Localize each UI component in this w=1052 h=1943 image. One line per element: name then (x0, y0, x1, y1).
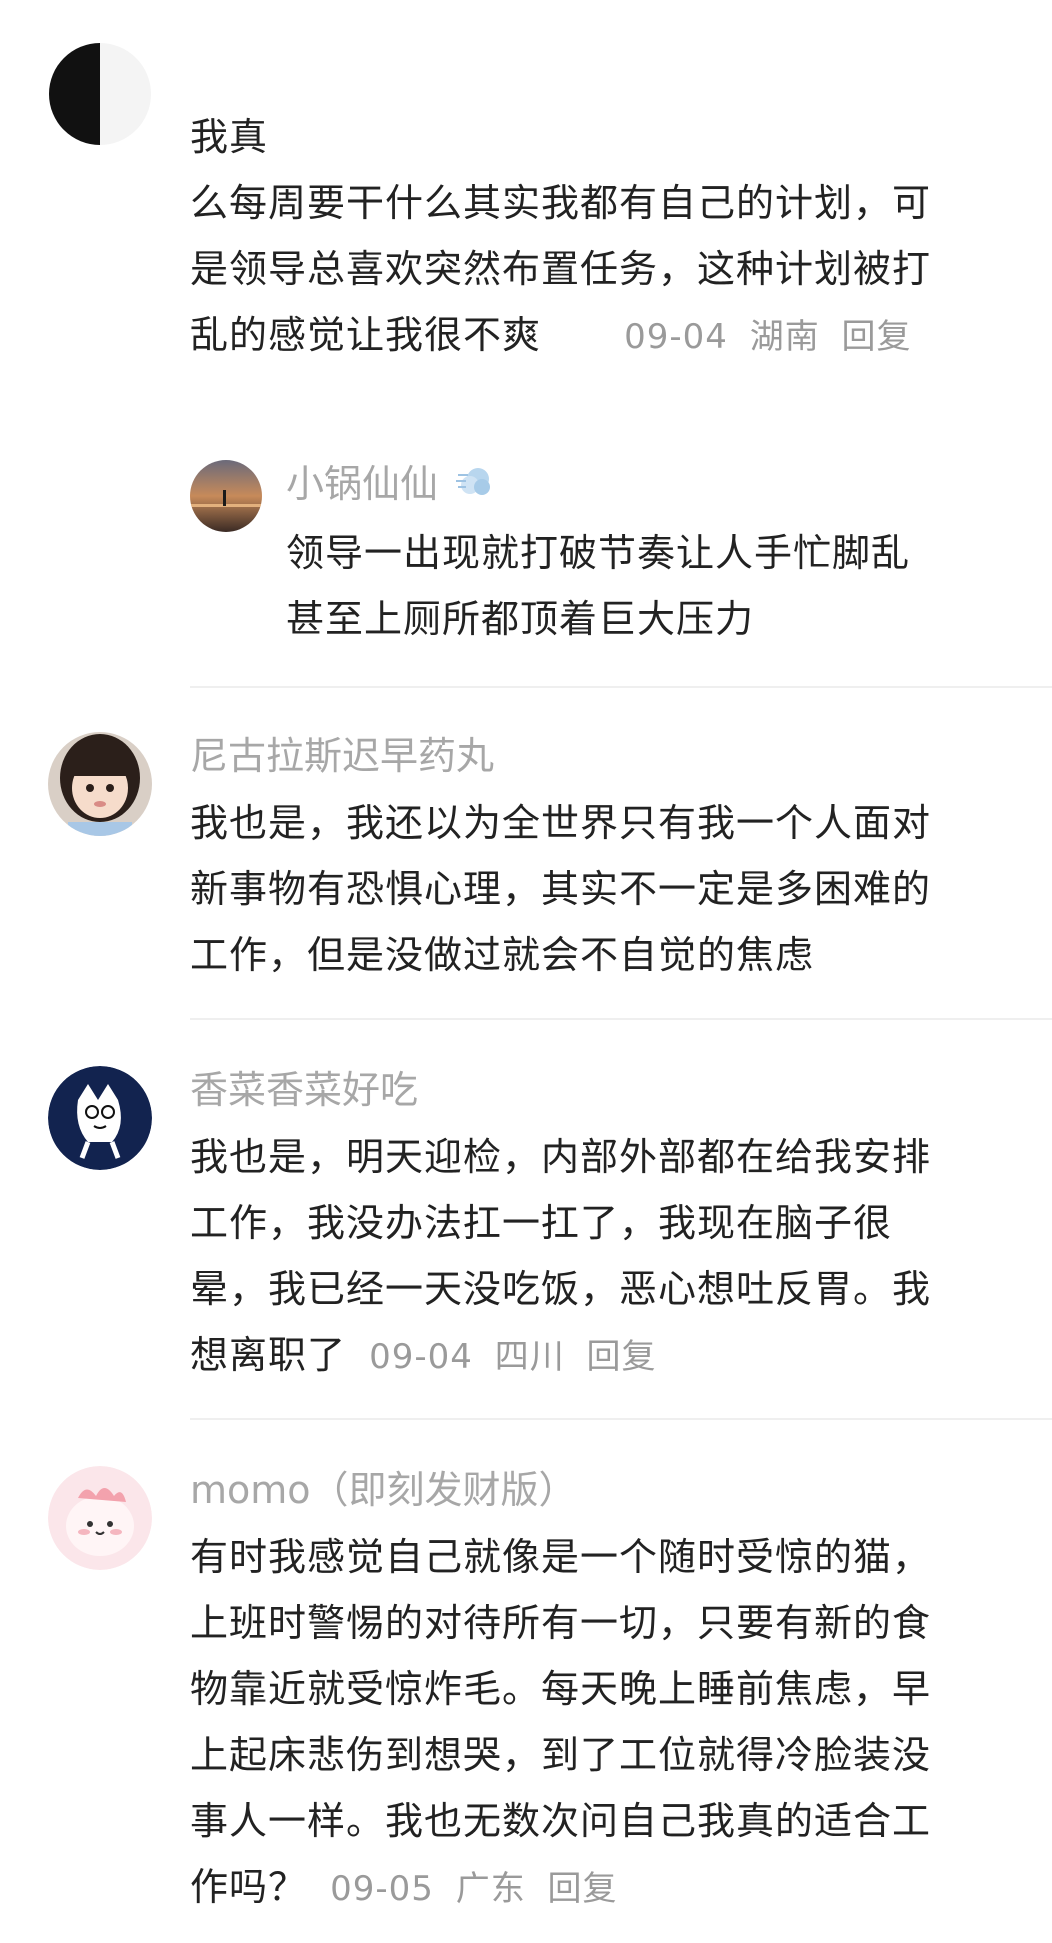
comment-text: 我真 么每周要干什么其实我都有自己的计划，可 是领导总喜欢突然布置任务，这种计划… (190, 104, 1010, 370)
comment-meta: 09-04 四川 回复 (359, 1337, 656, 1377)
comment-text-line: 乱的感觉让我很不爽 09-04 湖南 回复 (190, 313, 912, 357)
comment-text: 我也是，我还以为全世界只有我一个人面对 新事物有恐惧心理，其实不一定是多困难的 … (190, 790, 1012, 988)
comment-text-line: 工作，但是没做过就会不自觉的焦虑 (190, 933, 815, 977)
comment-date: 09-05 (330, 1869, 434, 1909)
comment-text-line: 新事物有恐惧心理，其实不一定是多困难的 (190, 867, 932, 911)
comment-list: 我真 么每周要干什么其实我都有自己的计划，可 是领导总喜欢突然布置任务，这种计划… (0, 0, 1052, 1943)
comment-text-line: 我真 (190, 115, 269, 159)
divider (190, 686, 1052, 688)
comment-text: 我也是，明天迎检，内部外部都在给我安排 工作，我没办法扛一扛了，我现在脑子很 晕… (190, 1124, 1012, 1390)
comment-location: 广东 (455, 1869, 526, 1909)
comment-text-line: 物靠近就受惊炸毛。每天晚上睡前焦虑，早 (190, 1667, 932, 1711)
comment-text-line: 有时我感觉自己就像是一个随时受惊的猫， (190, 1535, 932, 1579)
comment-text-line: 上班时警惕的对待所有一切，只要有新的食 (190, 1601, 932, 1645)
reply-button[interactable]: 回复 (587, 1337, 657, 1377)
comment-text-line: 上起床悲伤到想哭，到了工位就得冷脸装没 (190, 1733, 932, 1777)
comment-text-line: 工作，我没办法扛一扛了，我现在脑子很 (190, 1201, 893, 1245)
comment-text-line: 是领导总喜欢突然布置任务，这种计划被打 (190, 247, 932, 291)
comment-location: 四川 (494, 1337, 565, 1377)
comment-text-line: 事人一样。我也无数次问自己我真的适合工 (190, 1799, 932, 1843)
reply-text: 领导一出现就打破节奏让人手忙脚乱 甚至上厕所都顶着巨大压力 (286, 520, 1030, 652)
comment-meta: 09-05 广东 回复 (320, 1869, 617, 1909)
avatar[interactable] (48, 42, 152, 146)
comment-date: 09-04 (624, 317, 728, 357)
comment-text-line: 我也是，明天迎检，内部外部都在给我安排 (190, 1135, 932, 1179)
comment-date: 09-04 (369, 1337, 473, 1377)
comment-text-line: 作吗？ 09-05 广东 回复 (190, 1865, 618, 1909)
comment-text-line: 想离职了 09-04 四川 回复 (190, 1333, 657, 1377)
comment-text-line: 么每周要干什么其实我都有自己的计划，可 (190, 181, 932, 225)
comment-username[interactable]: momo（即刻发财版） (190, 1466, 1012, 1514)
avatar[interactable] (48, 1466, 152, 1570)
reply-button[interactable]: 回复 (548, 1869, 618, 1909)
reply-button[interactable]: 回复 (842, 317, 912, 357)
comment-location: 湖南 (749, 317, 820, 357)
reply-username[interactable]: 小锅仙仙 (286, 460, 1030, 512)
reply-item: 小锅仙仙 领导一出现就打破节奏让人手忙脚乱 甚至上厕所都顶着巨大压力 (190, 460, 1030, 660)
divider (190, 1018, 1052, 1020)
avatar[interactable] (48, 1066, 152, 1170)
dash-emoji-icon (454, 461, 494, 512)
comment-text-line: 晕，我已经一天没吃饭，恶心想吐反胃。我 (190, 1267, 932, 1311)
comment-text-line: 我也是，我还以为全世界只有我一个人面对 (190, 801, 932, 845)
reply-avatar[interactable] (190, 460, 262, 532)
reply-text-line: 甚至上厕所都顶着巨大压力 (286, 597, 755, 641)
reply-username-text[interactable]: 小锅仙仙 (286, 462, 438, 506)
divider (190, 1418, 1052, 1420)
reply-text-line: 领导一出现就打破节奏让人手忙脚乱 (286, 531, 911, 575)
avatar[interactable] (48, 732, 152, 836)
comment-username[interactable]: 香菜香菜好吃 (190, 1066, 1012, 1114)
comment-meta: 09-04 湖南 回复 (614, 317, 911, 357)
comment-username[interactable]: 尼古拉斯迟早药丸 (190, 732, 1012, 780)
comment-text: 有时我感觉自己就像是一个随时受惊的猫， 上班时警惕的对待所有一切，只要有新的食 … (190, 1524, 1012, 1922)
